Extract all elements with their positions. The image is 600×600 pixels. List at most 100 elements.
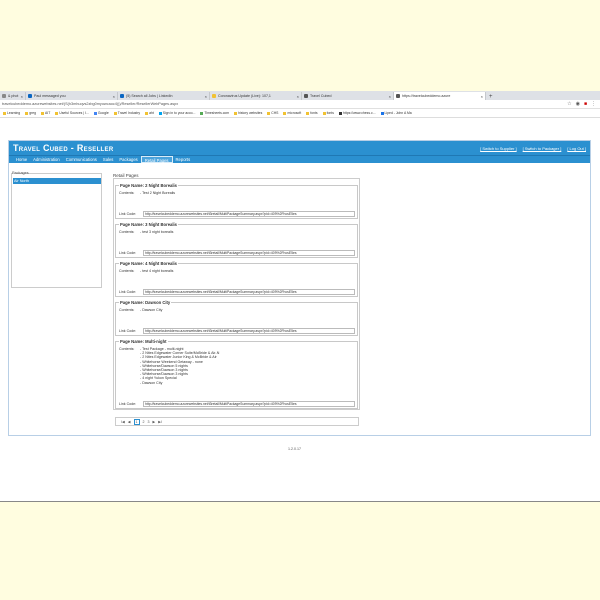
bookmark-label: fonts [310, 111, 318, 115]
prev-page-button[interactable]: ◀ [128, 420, 131, 424]
next-page-button[interactable]: ▶ [153, 420, 156, 424]
bookmark-item[interactable]: CHS [267, 111, 278, 115]
close-icon[interactable]: × [19, 94, 23, 99]
bookmark-label: Learning [7, 111, 21, 115]
folder-icon [283, 111, 287, 115]
contents-label: Contents: [119, 230, 135, 234]
link-code-field[interactable]: http://travelcubeddemo.azurewebsites.net… [143, 328, 355, 334]
bookmark-label: history websites [238, 111, 263, 115]
link-code-field[interactable]: http://travelcubeddemo.azurewebsites.net… [143, 401, 355, 407]
page-1-button[interactable]: 1 [133, 418, 140, 425]
nav-home[interactable]: Home [13, 156, 30, 163]
link-code-label: Link Code: [119, 329, 137, 333]
address-bar-actions: ☆ ◉ ■ ⋮ [567, 101, 600, 107]
tab-favicon-icon [2, 94, 6, 98]
bookmark-item[interactable]: Learning [3, 111, 20, 115]
tab-favicon-icon [304, 94, 308, 98]
bookmark-label: AIT [45, 111, 51, 115]
bookmarks-bar: Learning greg AIT Useful Sources | I... … [0, 109, 600, 118]
nav-retail-pages[interactable]: Retail Pages [140, 156, 173, 163]
package-item-selected[interactable]: Air North [13, 178, 101, 184]
google-icon [93, 111, 97, 115]
nav-reports[interactable]: Reports [173, 156, 194, 163]
browser-window: & phot × Paul messaged you × (5) Search al… [0, 91, 600, 502]
bookmark-item[interactable]: AIT [41, 111, 50, 115]
packages-list[interactable]: Packages Air North [11, 171, 102, 288]
bookmark-item[interactable]: Timesheets.com [200, 111, 229, 115]
close-icon[interactable]: × [387, 94, 391, 99]
page-name: Page Name: 3 Night Borealis [119, 222, 179, 227]
contents-label: Contents: [119, 269, 135, 273]
address-bar[interactable]: travelcubeddemo.azurewebsites.net/(S(h3m… [0, 100, 600, 109]
bookmark-item[interactable]: microsoft [283, 111, 301, 115]
browser-tab-active[interactable]: https://travelcubeddemo.azure × [394, 92, 486, 100]
retail-page-card: Page Name: 2 Night Borealis Contents: - … [115, 183, 358, 219]
browser-tab[interactable]: Travel Cubed × [302, 92, 394, 100]
retail-page-card: Page Name: 4 Night Borealis Contents: - … [115, 261, 358, 297]
bookmark-item[interactable]: aht [145, 111, 154, 115]
browser-tab[interactable]: Coronavirus Update (Live): 107,1 × [210, 92, 302, 100]
bookmark-label: Timesheets.com [204, 111, 230, 115]
bookmark-item[interactable]: https://www.chess.c... [338, 111, 376, 115]
switch-to-supplier-link[interactable]: [ Switch to Supplier ] [480, 146, 516, 151]
bookmark-item[interactable]: history websites [234, 111, 262, 115]
bookmark-label: https://www.chess.c... [342, 111, 376, 115]
timesheets-icon [200, 111, 204, 115]
bookmark-item[interactable]: Sign in to your acco... [158, 111, 195, 115]
app-page: Travel Cubed - Reseller [ Switch to Supp… [8, 140, 591, 436]
link-code-field[interactable]: http://travelcubeddemo.azurewebsites.net… [143, 250, 355, 256]
url-text[interactable]: travelcubeddemo.azurewebsites.net/(S(h3m… [2, 102, 567, 106]
menu-icon[interactable]: ⋮ [591, 101, 596, 107]
folder-icon [3, 111, 6, 115]
retail-page-card: Page Name: Multi-night Contents: - Test … [115, 339, 358, 409]
folder-icon [55, 111, 59, 115]
bookmark-item[interactable]: Google [93, 111, 109, 115]
page-2-button[interactable]: 2 [143, 420, 145, 424]
pager: I◀ ◀ 1 2 3 ▶ ▶I [115, 417, 359, 426]
close-icon[interactable]: × [111, 94, 115, 99]
nav-communications[interactable]: Communications [63, 156, 100, 163]
folder-icon [41, 111, 44, 115]
switch-to-packager-link[interactable]: [ Switch to Packager ] [523, 146, 562, 151]
folder-icon [234, 111, 238, 115]
logout-link[interactable]: [ Log Out ] [567, 146, 586, 151]
bookmark-item[interactable]: Useful Sources | I... [55, 111, 89, 115]
last-page-button[interactable]: ▶I [158, 420, 162, 424]
link-code-label: Link Code: [119, 212, 137, 216]
pdf-extension-icon[interactable]: ■ [584, 101, 587, 107]
bookmark-item[interactable]: greg [25, 111, 36, 115]
link-code-field[interactable]: http://travelcubeddemo.azurewebsites.net… [143, 289, 355, 295]
contents-value: - Test 2 Night Borealis [140, 191, 176, 195]
page-3-button[interactable]: 3 [148, 420, 150, 424]
close-icon[interactable]: × [295, 94, 299, 99]
close-icon[interactable]: × [203, 94, 207, 99]
page-name: Page Name: Multi-night [119, 339, 168, 344]
bookmark-item[interactable]: Liped - John A Ma [380, 111, 412, 115]
folder-icon [145, 111, 149, 115]
liped-icon [380, 111, 384, 115]
bookmark-label: microsoft [287, 111, 302, 115]
bookmark-item[interactable]: fonts [306, 111, 318, 115]
extension-icon[interactable]: ◉ [576, 101, 580, 107]
close-icon[interactable]: × [479, 94, 483, 99]
browser-tab[interactable]: Paul messaged you × [26, 92, 118, 100]
nav-packages[interactable]: Packages [116, 156, 140, 163]
nav-sales[interactable]: Sales [100, 156, 116, 163]
page-name: Page Name: 4 Night Borealis [119, 261, 179, 266]
browser-tab[interactable]: (5) Search all Jobs | LinkedIn × [118, 92, 210, 100]
tab-label: https://travelcubeddemo.azure [402, 94, 451, 98]
folder-icon [25, 111, 29, 115]
first-page-button[interactable]: I◀ [121, 420, 125, 424]
link-code-label: Link Code: [119, 251, 137, 255]
page-name: Page Name: 2 Night Borealis [119, 183, 179, 188]
folder-icon [267, 111, 271, 115]
app-header: Travel Cubed - Reseller [ Switch to Supp… [9, 141, 590, 155]
bookmark-item[interactable]: fonts [322, 111, 334, 115]
bookmark-item[interactable]: Travel Industry [113, 111, 141, 115]
link-code-field[interactable]: http://travelcubeddemo.azurewebsites.net… [143, 211, 355, 217]
nav-administration[interactable]: Administration [30, 156, 63, 163]
contents-label: Contents: [119, 347, 135, 351]
star-icon[interactable]: ☆ [567, 101, 571, 107]
browser-tab[interactable]: & phot × [0, 92, 26, 100]
bookmark-label: Travel Industry [117, 111, 141, 115]
